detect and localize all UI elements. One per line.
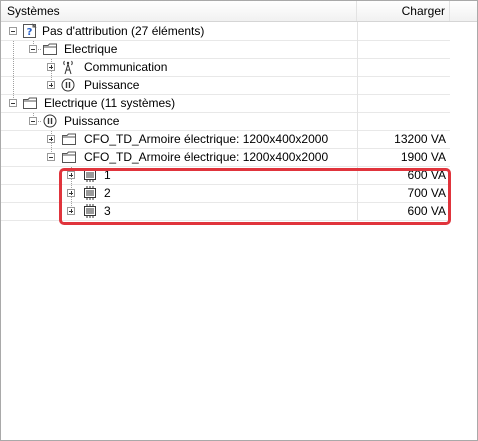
system-browser: Systèmes Charger ? Pas d'attribution (27…	[0, 0, 478, 441]
collapse-toggle[interactable]	[29, 45, 37, 53]
folder-icon	[42, 41, 58, 57]
unassigned-icon: ?	[22, 23, 38, 39]
column-header: Systèmes Charger	[1, 1, 477, 22]
folder-icon	[22, 95, 38, 111]
tree-row-label: Electrique	[64, 42, 118, 56]
load-value	[358, 22, 450, 40]
load-value: 13200 VA	[394, 132, 446, 146]
tree-row-puissance[interactable]: Puissance	[1, 112, 450, 131]
load-value: 1900 VA	[400, 150, 446, 164]
collapse-toggle[interactable]	[29, 117, 37, 125]
tree-row-electrique[interactable]: Electrique	[1, 40, 450, 59]
panel-icon	[61, 149, 77, 165]
collapse-toggle[interactable]	[9, 27, 17, 35]
column-header-systems[interactable]: Systèmes	[1, 1, 357, 21]
tree-row-puissance[interactable]: Puissance	[1, 76, 450, 95]
power-icon	[60, 77, 76, 93]
tree-row-label: Puissance	[84, 78, 140, 92]
panel-icon	[61, 131, 77, 147]
communication-icon	[60, 59, 76, 75]
collapse-toggle[interactable]	[47, 153, 55, 161]
tree-row-unassigned[interactable]: ? Pas d'attribution (27 éléments)	[1, 22, 450, 41]
tree-row-label: CFO_TD_Armoire électrique: 1200x400x2000	[84, 150, 329, 164]
tree-row-communication[interactable]: Communication	[1, 58, 450, 77]
column-header-load[interactable]: Charger	[358, 1, 450, 21]
load-value	[358, 112, 450, 130]
load-value	[358, 58, 450, 76]
highlight-box	[59, 168, 451, 225]
power-icon	[42, 113, 58, 129]
tree-row-electrique-systems[interactable]: Electrique (11 systèmes)	[1, 94, 450, 113]
svg-text:?: ?	[27, 27, 33, 38]
expand-toggle[interactable]	[47, 81, 55, 89]
expand-toggle[interactable]	[47, 135, 55, 143]
load-value	[358, 94, 450, 112]
collapse-toggle[interactable]	[9, 99, 17, 107]
tree-row-label: Electrique (11 systèmes)	[44, 96, 176, 110]
tree-row-label: Puissance	[64, 114, 120, 128]
tree-row-label: CFO_TD_Armoire électrique: 1200x400x2000	[84, 132, 329, 146]
tree-row-panel[interactable]: CFO_TD_Armoire électrique: 1200x400x2000…	[1, 130, 450, 149]
tree-row-panel[interactable]: CFO_TD_Armoire électrique: 1200x400x2000…	[1, 148, 450, 167]
tree-row-label: Communication	[84, 60, 168, 74]
load-value	[358, 40, 450, 58]
tree-row-label: Pas d'attribution (27 éléments)	[42, 24, 205, 38]
expand-toggle[interactable]	[47, 63, 55, 71]
load-value	[358, 76, 450, 94]
